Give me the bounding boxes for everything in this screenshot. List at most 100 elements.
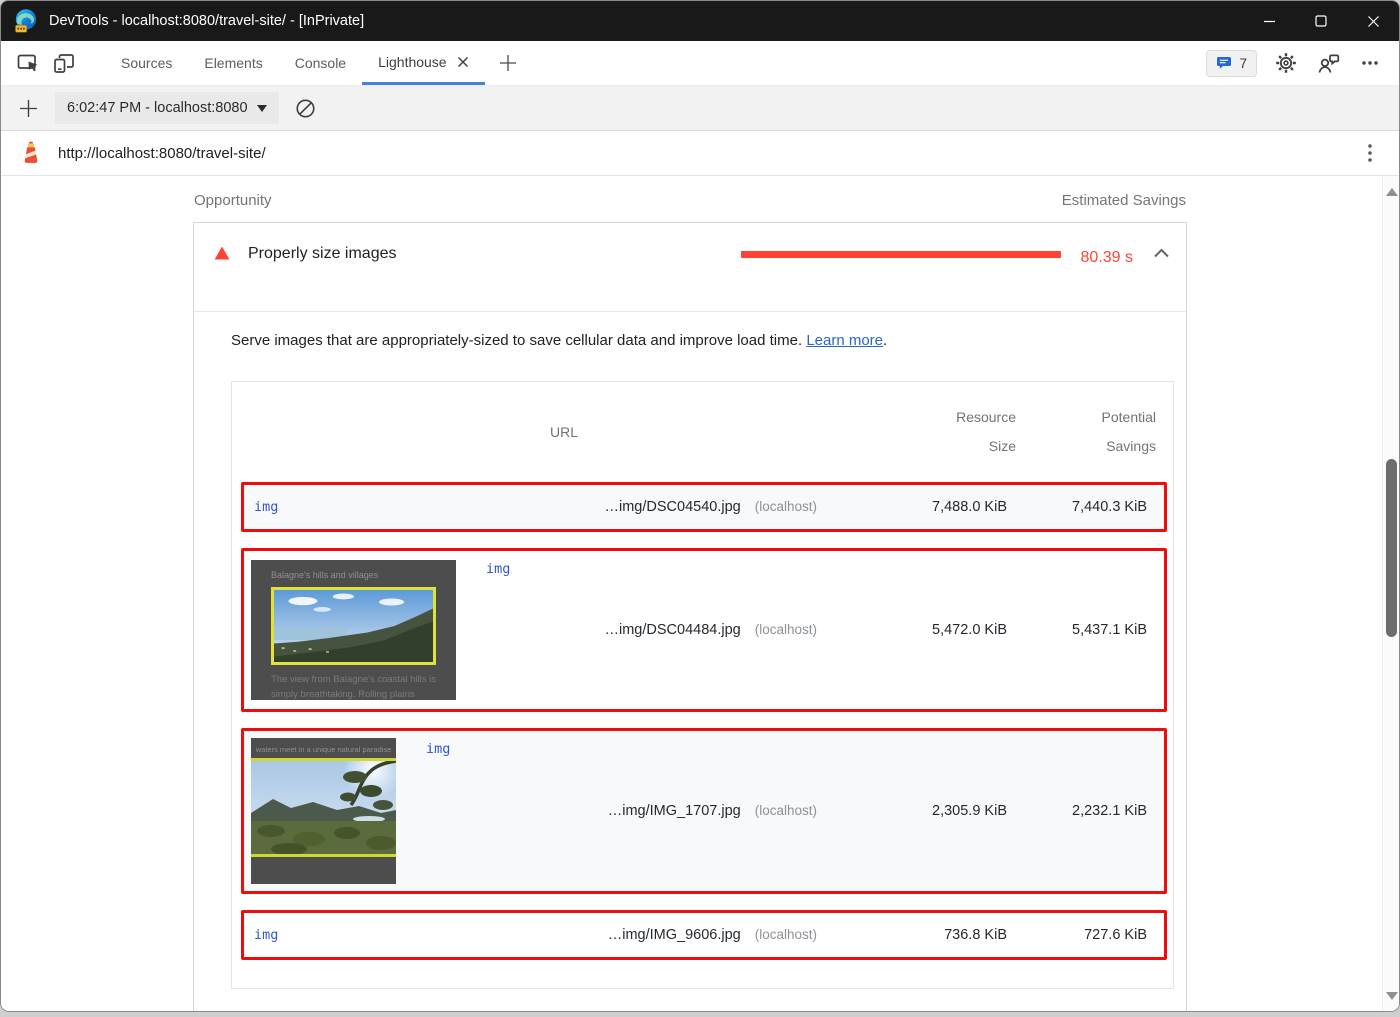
window-title: DevTools - localhost:8080/travel-site/ -… [49,13,1243,29]
audit-title: Properly size images [248,243,397,265]
node-link[interactable]: img [254,927,278,943]
thumbnail-photo [251,761,396,854]
window-controls [1243,1,1399,41]
scroll-down-arrow-icon[interactable] [1386,992,1398,1000]
url-cell: Balagne's hills and villages [244,551,887,709]
close-tab-icon[interactable] [457,56,469,68]
url-group: …img/IMG_1707.jpg (localhost) [608,803,817,819]
chevron-up-icon[interactable] [1153,247,1170,259]
report-selector-value: 6:02:47 PM - localhost:8080 [67,100,248,116]
add-panel-button[interactable] [485,41,531,85]
learn-more-link[interactable]: Learn more [806,332,883,349]
table-row: img …img/DSC04540.jpg (localhost) 7,488.… [241,482,1167,532]
lighthouse-toolbar: 6:02:47 PM - localhost:8080 [1,86,1399,131]
devtools-right-controls: 7 [1206,41,1399,85]
lighthouse-icon [19,141,43,165]
url-cell: img …img/DSC04540.jpg (localhost) [244,485,887,529]
image-thumbnail: Balagne's hills and villages [251,560,456,700]
more-menu-icon[interactable] [1357,50,1383,76]
node-link[interactable]: img [254,499,278,515]
tab-sources[interactable]: Sources [105,41,188,85]
potential-savings-value: 727.6 KiB [1007,927,1147,943]
thumbnail-title: waters meet in a unique natural paradise [251,738,396,754]
panel-tabs: Sources Elements Console Lighthouse [105,41,485,85]
devtools-tool-icons [1,41,87,85]
url-cell-right: img …img/DSC04484.jpg (localhost) [456,551,887,709]
audit-description: Serve images that are appropriately-size… [231,332,1149,349]
estimated-savings-column-label: Estimated Savings [1062,192,1186,209]
red-triangle-icon [214,246,230,260]
tab-sources-label: Sources [121,55,172,71]
url-group: …img/IMG_9606.jpg (localhost) [608,927,817,943]
image-thumbnail: waters meet in a unique natural paradise [251,738,396,884]
tab-elements[interactable]: Elements [188,41,278,85]
edge-devtools-logo-icon [13,8,39,34]
node-link[interactable]: img [486,561,510,577]
column-header-potential-savings: Potential Savings [1074,403,1156,460]
chat-bubble-icon [1216,55,1232,71]
gear-icon[interactable] [1273,50,1299,76]
issues-count: 7 [1239,56,1247,71]
opportunity-column-label: Opportunity [194,192,272,209]
url-group: …img/DSC04540.jpg (localhost) [605,499,818,515]
thumbnail-photo [271,587,436,665]
table-row: Balagne's hills and villages [241,548,1167,712]
inspect-element-icon[interactable] [15,50,41,76]
clear-reports-block-icon[interactable] [293,95,319,121]
resource-url: …img/IMG_1707.jpg [608,803,741,819]
resource-url: …img/DSC04540.jpg [605,499,741,515]
table-row: img …img/IMG_9606.jpg (localhost) 736.8 … [241,910,1167,960]
potential-savings-value: 7,440.3 KiB [1007,499,1147,515]
resource-host: (localhost) [755,499,817,514]
url-cell-right: img …img/IMG_1707.jpg (localhost) [396,731,887,891]
potential-savings-value: 5,437.1 KiB [1007,622,1147,638]
potential-savings-value: 2,232.1 KiB [1007,803,1147,819]
scrollbar-thumb[interactable] [1386,459,1397,637]
audit-body: Serve images that are appropriately-size… [194,311,1186,1012]
vertical-scrollbar[interactable] [1382,176,1399,1012]
devtools-tab-bar: Sources Elements Console Lighthouse 7 [1,41,1399,86]
thumbnail-title: Balagne's hills and villages [271,570,436,580]
resource-size-value: 7,488.0 KiB [887,499,1007,515]
minimize-button[interactable] [1243,1,1295,41]
resource-url: …img/DSC04484.jpg [605,622,741,638]
savings-bar [741,251,1061,258]
person-feedback-icon[interactable] [1315,50,1341,76]
maximize-button[interactable] [1295,1,1347,41]
report-content: Opportunity Estimated Savings Properly s… [193,176,1187,1012]
opportunities-header: Opportunity Estimated Savings [193,192,1187,222]
device-toolbar-icon[interactable] [51,50,77,76]
close-button[interactable] [1347,1,1399,41]
table-header-row: URL Resource Size Potential Savings [232,382,1173,482]
tab-console-label: Console [295,55,346,71]
report-selector-dropdown[interactable]: 6:02:47 PM - localhost:8080 [55,92,279,124]
new-report-plus-icon[interactable] [15,95,41,121]
tab-lighthouse-label: Lighthouse [378,54,447,70]
resource-size-value: 2,305.9 KiB [887,803,1007,819]
chevron-down-icon [257,105,267,112]
title-bar: DevTools - localhost:8080/travel-site/ -… [1,1,1399,41]
column-header-resource-size: Resource Size [934,403,1016,460]
table-row: waters meet in a unique natural paradise [241,728,1167,894]
resource-size-value: 736.8 KiB [887,927,1007,943]
node-link[interactable]: img [426,741,450,757]
issues-counter[interactable]: 7 [1206,50,1257,77]
url-cell: waters meet in a unique natural paradise [244,731,887,891]
report-kebab-menu-icon[interactable] [1355,143,1385,163]
devtools-window: DevTools - localhost:8080/travel-site/ -… [0,0,1400,1012]
report-page-url: http://localhost:8080/travel-site/ [58,145,1355,162]
tab-lighthouse[interactable]: Lighthouse [362,41,485,85]
scroll-up-arrow-icon[interactable] [1386,188,1398,196]
resource-host: (localhost) [755,803,817,818]
url-cell: img …img/IMG_9606.jpg (localhost) [244,913,887,957]
tab-console[interactable]: Console [279,41,362,85]
thumbnail-divider [251,854,396,857]
resource-host: (localhost) [755,927,817,942]
lighthouse-report-area: Opportunity Estimated Savings Properly s… [1,176,1399,1012]
report-url-row: http://localhost:8080/travel-site/ [1,131,1399,176]
audit-details-table: URL Resource Size Potential Savings img … [231,381,1174,989]
savings-value: 80.39 s [1075,243,1133,272]
tab-elements-label: Elements [204,55,262,71]
url-group: …img/DSC04484.jpg (localhost) [605,622,818,638]
audit-header[interactable]: Properly size images 80.39 s [194,223,1186,311]
